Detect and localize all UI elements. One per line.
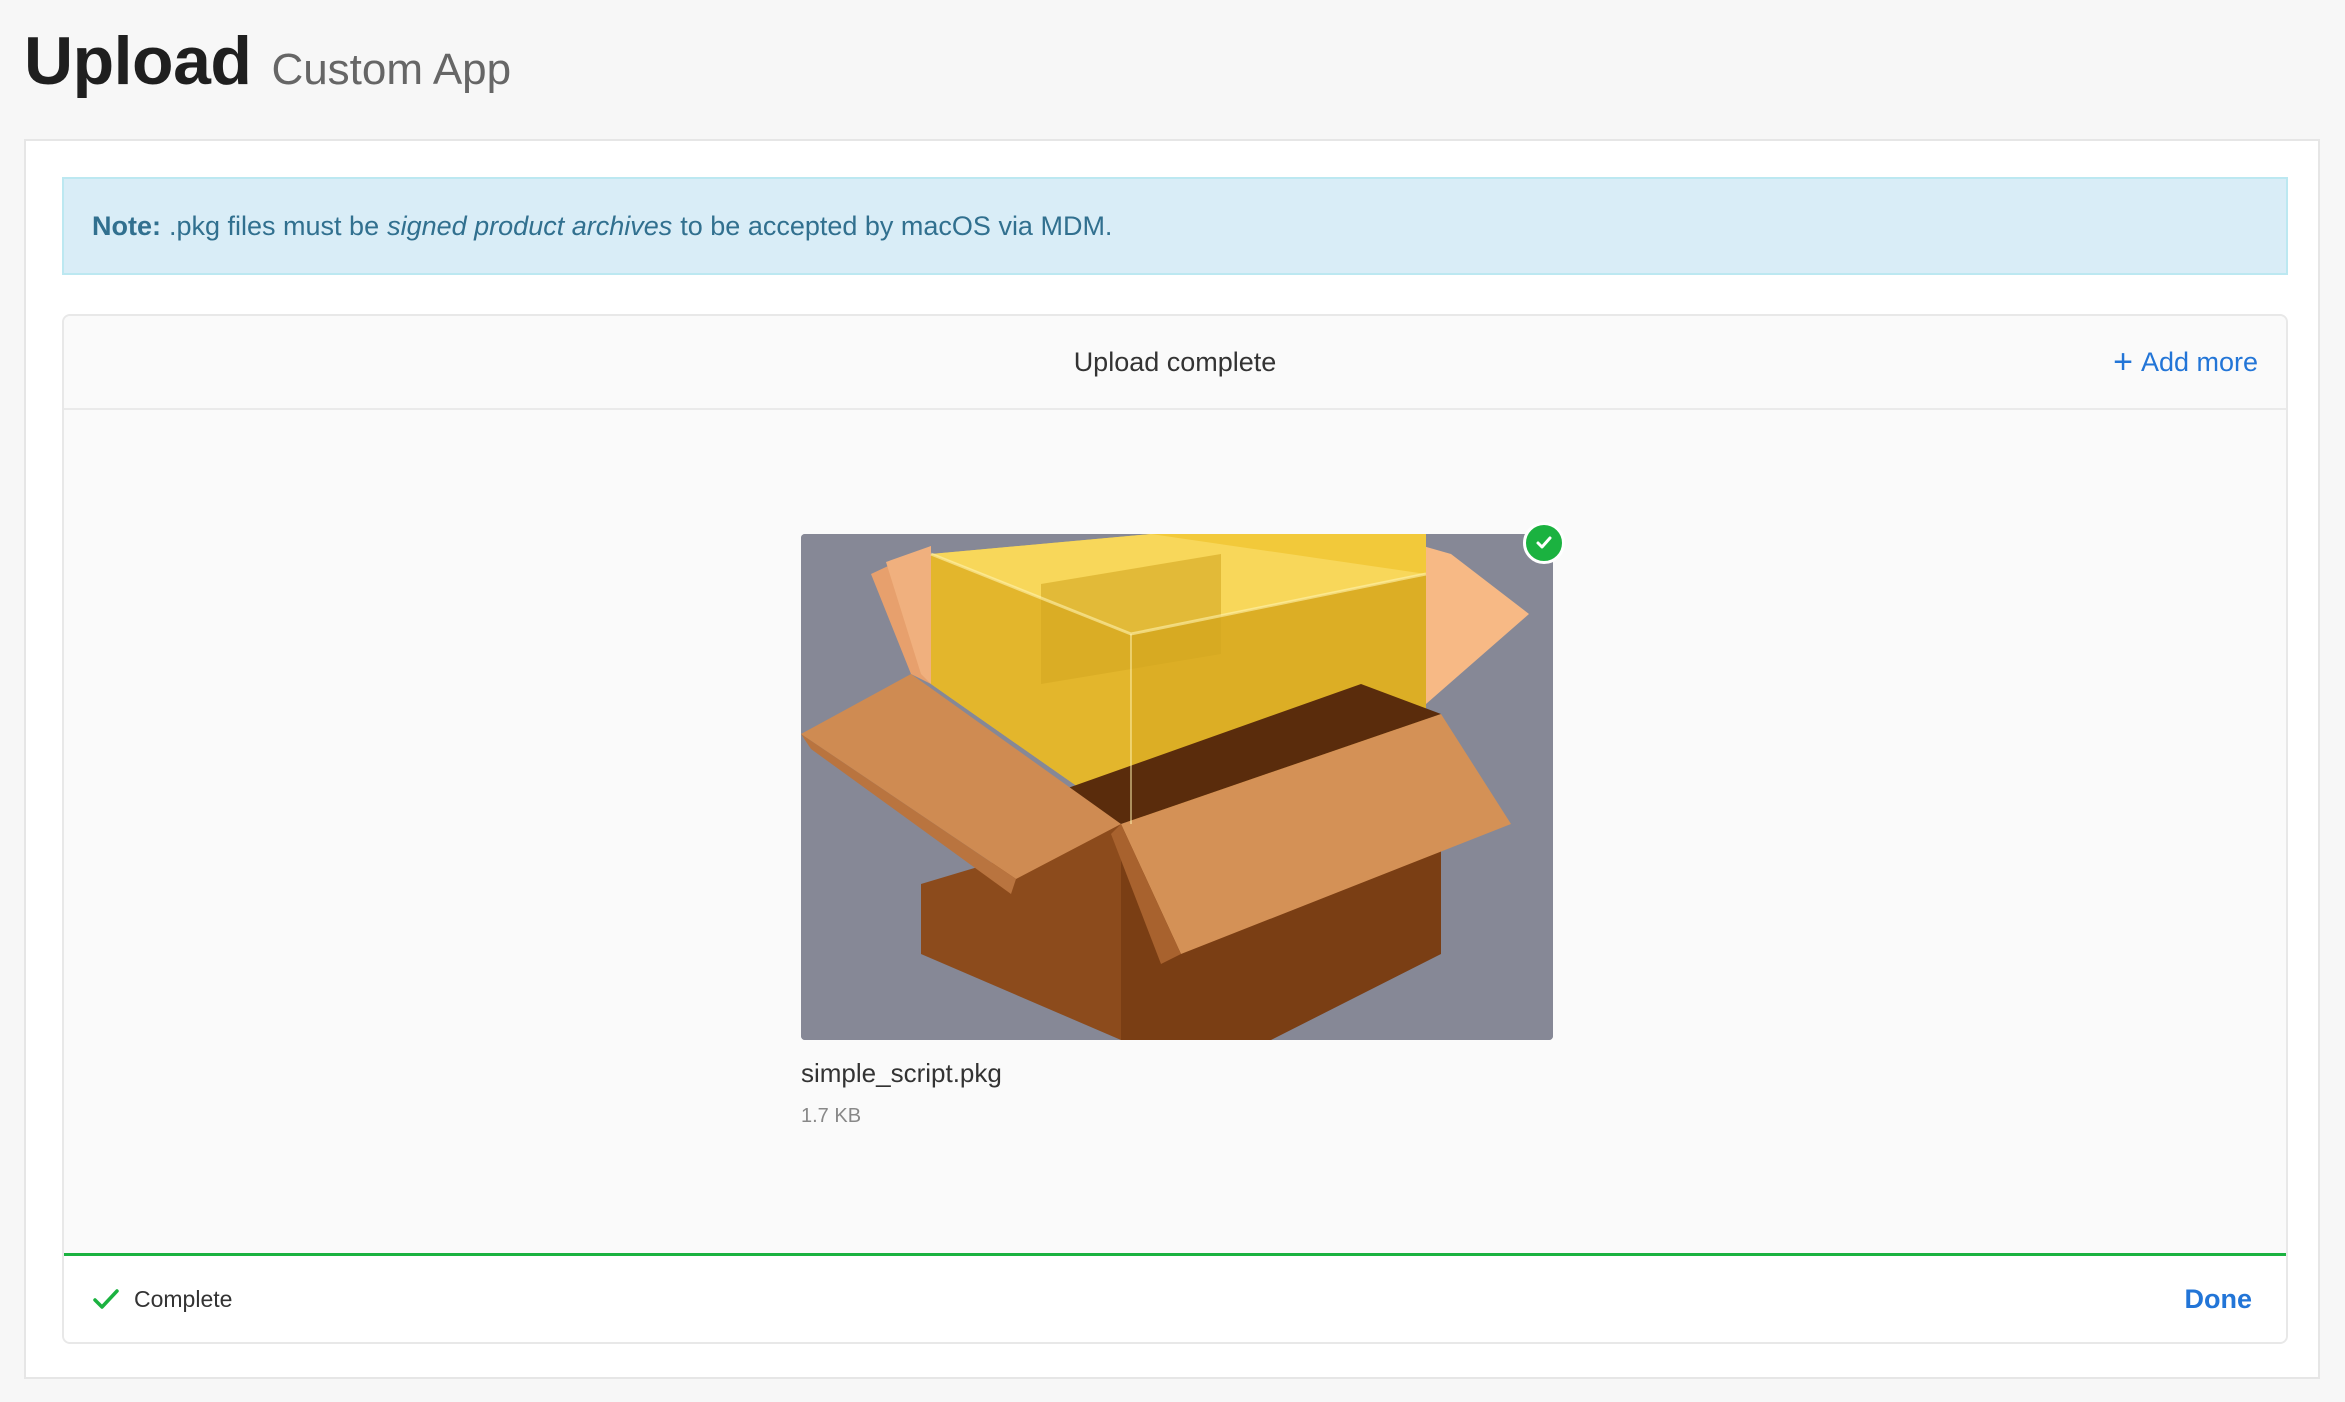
done-button[interactable]: Done: [2185, 1256, 2253, 1342]
check-circle-icon: [1523, 522, 1565, 564]
add-more-button[interactable]: + Add more: [2113, 316, 2258, 408]
note-emphasis: signed product archives: [387, 210, 673, 241]
uploaded-file-item[interactable]: simple_script.pkg 1.7 KB: [801, 522, 1565, 1128]
note-text-after: to be accepted by macOS via MDM.: [680, 210, 1113, 241]
upload-card: Note: .pkg files must be signed product …: [24, 139, 2320, 1379]
page-title: Upload: [24, 23, 252, 99]
file-uploader: Upload complete + Add more simple_script…: [62, 314, 2288, 1344]
plus-icon: +: [2113, 343, 2133, 381]
file-size: 1.7 KB: [801, 1105, 862, 1127]
info-note: Note: .pkg files must be signed product …: [62, 177, 2288, 275]
file-thumbnail: [801, 522, 1565, 1040]
check-icon: [92, 1288, 120, 1310]
complete-label: Complete: [134, 1285, 233, 1312]
complete-status: Complete: [92, 1256, 232, 1342]
page-header: Upload Custom App: [24, 22, 511, 102]
page-subtitle: Custom App: [271, 45, 512, 94]
upload-status: Upload complete: [1073, 347, 1277, 377]
note-text-before: .pkg files must be: [169, 210, 380, 241]
uploader-top-bar: Upload complete + Add more: [64, 316, 2286, 410]
package-box-icon: [801, 534, 1553, 1040]
add-more-label: Add more: [2140, 346, 2258, 377]
note-label: Note:: [92, 210, 161, 241]
file-name: simple_script.pkg: [801, 1058, 1002, 1088]
uploader-footer: Complete Done: [64, 1253, 2286, 1342]
